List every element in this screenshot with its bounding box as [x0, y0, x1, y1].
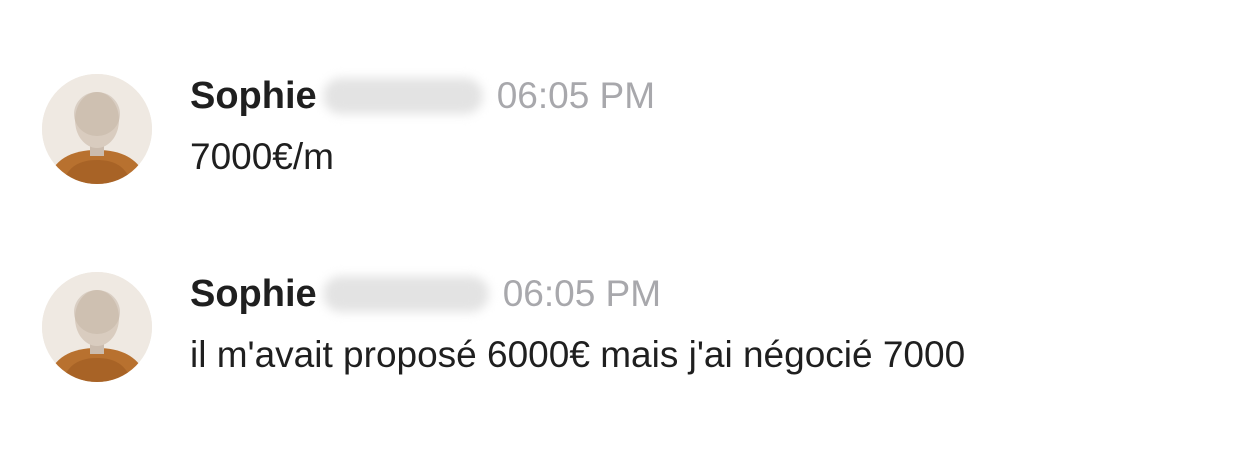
redacted-surname — [322, 276, 489, 312]
author-name[interactable]: Sophie — [190, 273, 317, 316]
chat-message: Sophie 06:05 PM 7000€/m — [42, 72, 1222, 192]
avatar[interactable] — [42, 272, 152, 382]
timestamp: 06:05 PM — [502, 273, 662, 314]
redacted-surname — [322, 78, 483, 114]
message-text: 7000€/m — [190, 136, 334, 177]
message-header: Sophie 06:05 PM — [190, 72, 655, 120]
user-avatar-photo-icon — [42, 74, 152, 184]
author-name[interactable]: Sophie — [190, 75, 317, 118]
avatar[interactable] — [42, 74, 152, 184]
message-header: Sophie 06:05 PM — [190, 270, 661, 318]
message-text: il m'avait proposé 6000€ mais j'ai négoc… — [190, 334, 966, 375]
chat-message: Sophie 06:05 PM il m'avait proposé 6000€… — [42, 270, 1222, 390]
timestamp: 06:05 PM — [496, 75, 656, 116]
user-avatar-photo-icon — [42, 272, 152, 382]
